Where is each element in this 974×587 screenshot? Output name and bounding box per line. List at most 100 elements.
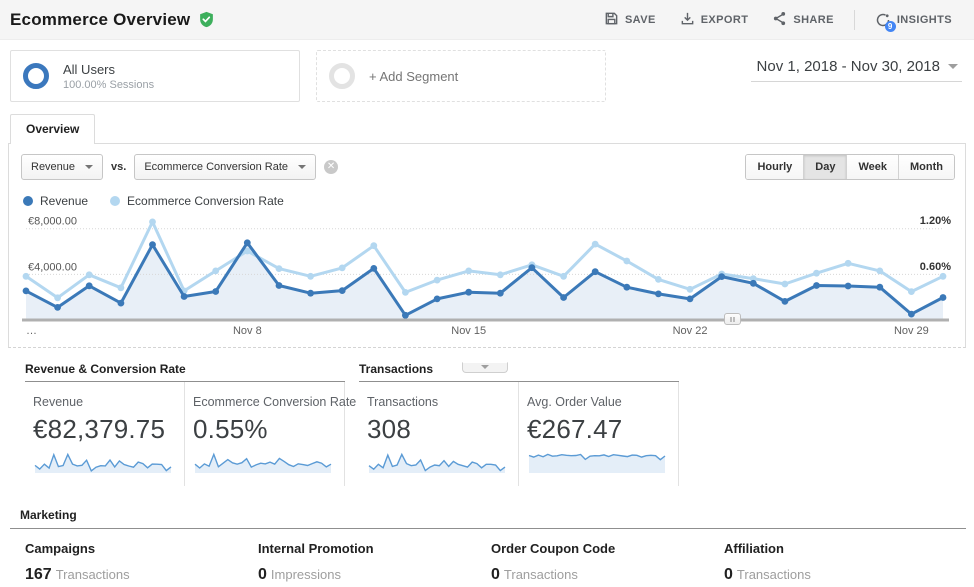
x-tick-label: Nov 22	[673, 325, 708, 337]
x-tick-label: Nov 8	[233, 325, 262, 337]
data-point[interactable]	[908, 311, 915, 318]
share-button[interactable]: SHARE	[762, 5, 844, 35]
data-point[interactable]	[876, 284, 883, 291]
scorecard-label: Avg. Order Value	[527, 395, 668, 409]
group-title: Transactions	[359, 362, 679, 382]
share-icon	[772, 11, 787, 29]
data-point[interactable]	[623, 258, 630, 265]
data-point[interactable]	[276, 282, 283, 289]
data-point[interactable]	[497, 290, 504, 297]
data-point[interactable]	[402, 312, 409, 319]
data-point[interactable]	[497, 271, 504, 278]
data-point[interactable]	[118, 300, 125, 307]
granularity-hourly[interactable]: Hourly	[746, 155, 803, 179]
data-point[interactable]	[718, 273, 725, 280]
data-point[interactable]	[402, 289, 409, 296]
remove-metric-icon[interactable]: ✕	[324, 160, 338, 174]
data-point[interactable]	[782, 281, 789, 288]
data-point[interactable]	[434, 296, 441, 303]
tab-overview[interactable]: Overview	[10, 114, 95, 144]
data-point[interactable]	[908, 288, 915, 295]
data-point[interactable]	[307, 290, 314, 297]
data-point[interactable]	[54, 294, 61, 301]
data-point[interactable]	[465, 289, 472, 296]
data-point[interactable]	[307, 273, 314, 280]
marketing-section: Marketing Campaigns 167Transactions €44,…	[10, 508, 966, 587]
data-point[interactable]	[655, 291, 662, 298]
scorecard-ecommerce-conversion-rate[interactable]: Ecommerce Conversion Rate 0.55%	[185, 382, 345, 486]
header-actions: SAVE EXPORT SHARE 9 INSIGHTS	[594, 5, 962, 35]
sparkline-canvas	[193, 449, 333, 475]
vs-label: vs.	[111, 161, 126, 173]
insights-button[interactable]: 9 INSIGHTS	[865, 6, 962, 34]
data-point[interactable]	[940, 294, 947, 301]
data-point[interactable]	[149, 241, 156, 248]
data-point[interactable]	[212, 268, 219, 275]
data-point[interactable]	[23, 288, 30, 295]
insights-icon: 9	[875, 12, 891, 28]
data-point[interactable]	[86, 282, 93, 289]
x-tick-label: Nov 29	[894, 325, 929, 337]
data-point[interactable]	[23, 273, 30, 280]
chart-canvas[interactable]: €4,000.00€8,000.000.60%1.20%…Nov 8Nov 15…	[9, 210, 965, 340]
data-point[interactable]	[623, 284, 630, 291]
data-point[interactable]	[244, 239, 251, 246]
data-point[interactable]	[339, 265, 346, 272]
data-point[interactable]	[813, 270, 820, 277]
scorecard-revenue[interactable]: Revenue €82,379.75	[25, 382, 185, 486]
data-point[interactable]	[276, 265, 283, 272]
scorecard-group-transactions: Transactions Transactions 308 Avg. Order…	[359, 362, 679, 486]
data-point[interactable]	[86, 271, 93, 278]
granularity-month[interactable]: Month	[898, 155, 954, 179]
data-point[interactable]	[118, 284, 125, 291]
segment-detail: 100.00% Sessions	[63, 79, 154, 91]
data-point[interactable]	[529, 264, 536, 271]
chevron-down-icon	[298, 165, 306, 169]
data-point[interactable]	[434, 277, 441, 284]
segment-ring-icon	[23, 63, 49, 89]
group-title: Revenue & Conversion Rate	[25, 362, 345, 382]
metric-row: 0Impressions	[258, 566, 491, 584]
data-point[interactable]	[592, 241, 599, 248]
export-button[interactable]: EXPORT	[670, 5, 759, 35]
date-range-selector[interactable]: Nov 1, 2018 - Nov 30, 2018	[751, 56, 962, 82]
data-point[interactable]	[940, 273, 947, 280]
primary-metric-select[interactable]: Revenue	[21, 154, 103, 180]
data-point[interactable]	[370, 265, 377, 272]
explorer-panel: Revenue vs. Ecommerce Conversion Rate ✕ …	[8, 143, 966, 348]
x-tick-label: Nov 15	[451, 325, 486, 337]
data-point[interactable]	[687, 296, 694, 303]
granularity-week[interactable]: Week	[846, 155, 898, 179]
timeline-slider-handle[interactable]	[724, 313, 741, 325]
revenue-area	[26, 243, 943, 320]
data-point[interactable]	[212, 288, 219, 295]
data-point[interactable]	[845, 260, 852, 267]
data-point[interactable]	[592, 268, 599, 275]
data-point[interactable]	[181, 293, 188, 300]
data-point[interactable]	[560, 294, 567, 301]
data-point[interactable]	[54, 304, 61, 311]
chart-collapse-handle[interactable]	[462, 362, 508, 373]
scorecard-avg-order-value[interactable]: Avg. Order Value €267.47	[519, 382, 679, 486]
add-segment-button[interactable]: + Add Segment	[316, 50, 606, 102]
data-point[interactable]	[339, 287, 346, 294]
revenue-dot-icon	[23, 196, 33, 206]
secondary-metric-select[interactable]: Ecommerce Conversion Rate	[134, 154, 316, 180]
segment-all-users[interactable]: All Users 100.00% Sessions	[10, 50, 300, 102]
data-point[interactable]	[149, 219, 156, 226]
scorecard-transactions[interactable]: Transactions 308	[359, 382, 519, 486]
data-point[interactable]	[465, 268, 472, 275]
marketing-col-internal-promotion: Internal Promotion 0Impressions	[258, 541, 491, 587]
data-point[interactable]	[876, 268, 883, 275]
timeseries-chart[interactable]: €4,000.00€8,000.000.60%1.20%…Nov 8Nov 15…	[9, 210, 965, 345]
data-point[interactable]	[560, 273, 567, 280]
save-button[interactable]: SAVE	[594, 5, 666, 35]
data-point[interactable]	[655, 276, 662, 283]
data-point[interactable]	[687, 286, 694, 293]
data-point[interactable]	[370, 242, 377, 249]
data-point[interactable]	[782, 298, 789, 305]
data-point[interactable]	[845, 283, 852, 290]
data-point[interactable]	[750, 280, 757, 287]
data-point[interactable]	[813, 282, 820, 289]
granularity-day[interactable]: Day	[803, 155, 846, 179]
